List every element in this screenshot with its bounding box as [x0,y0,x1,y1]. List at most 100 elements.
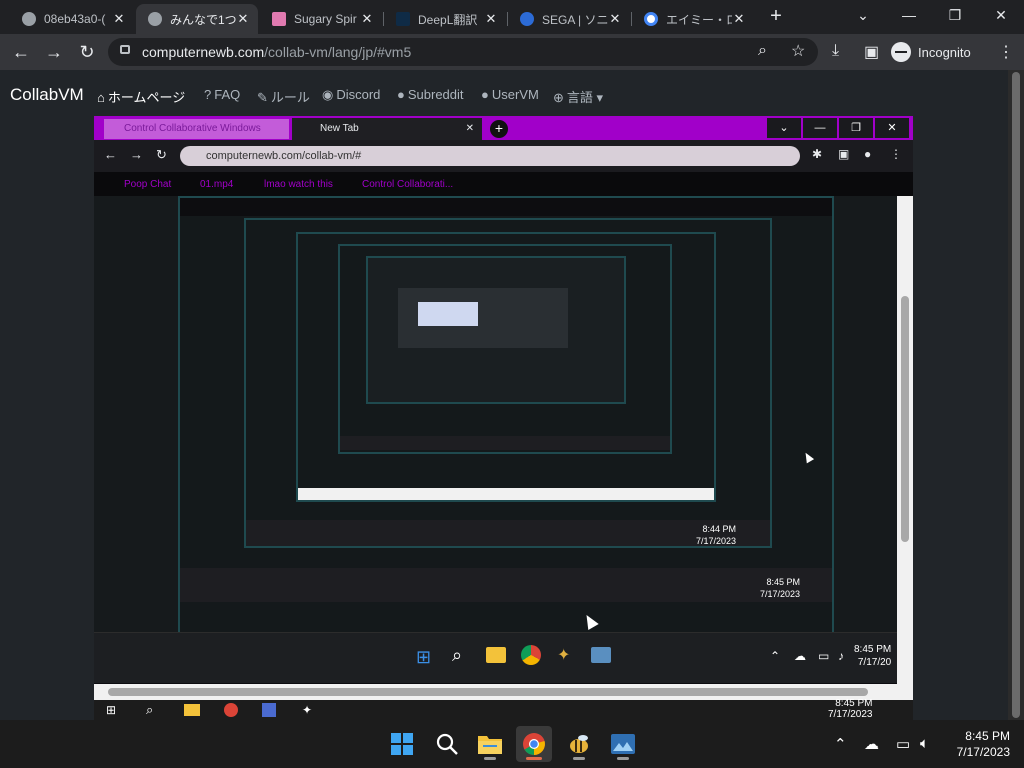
search-icon [436,733,458,755]
running-indicator [617,757,629,760]
tab-search-icon[interactable]: ⌄ [840,0,886,30]
vm-side-panel-icon[interactable]: ▣ [838,147,849,161]
tab-title: エイミー・ローズ [666,12,732,27]
nav-home[interactable]: ⌂ ホームページ [97,87,185,106]
vm-maximize-icon[interactable]: ❐ [839,118,873,138]
minimize-icon[interactable]: — [886,0,932,30]
scroll-thumb[interactable] [108,688,868,696]
browser-tab-1[interactable]: 08eb43a0-( ✕ [10,4,134,34]
bookmark-star-icon[interactable]: ☆ [791,41,805,61]
close-window-icon[interactable]: ✕ [978,0,1024,30]
windows-start-button[interactable] [384,726,420,762]
address-bar[interactable]: computernewb.com/collab-vm/lang/jp/#vm5 … [108,38,818,66]
zoom-icon[interactable]: ⌕ [758,42,767,60]
nav-rules[interactable]: ✎ ルール [257,87,310,106]
deepl-icon [396,12,410,26]
chrome-icon[interactable] [521,645,541,665]
vm-profile-icon[interactable]: ● [864,147,871,161]
photos-button[interactable] [605,726,641,762]
windows-start-icon[interactable]: ⊞ [416,647,431,668]
close-icon[interactable]: ✕ [112,11,126,27]
close-icon[interactable]: ✕ [608,11,622,27]
vm-menu-icon[interactable]: ⋮ [890,147,902,161]
volume-icon[interactable]: 🔈︎ [920,735,929,752]
vm-reload-icon[interactable]: ↻ [156,147,167,163]
vm-vertical-scrollbar[interactable] [897,196,913,684]
browser-tab-4[interactable]: DeepL翻訳 ✕ [384,4,506,34]
vm-recursive-view[interactable]: 8:44 PM 7/17/2023 8:45 PM 7/17/2023 [94,196,897,682]
browser-tab-2[interactable]: みんなで1つの ✕ [136,4,258,34]
forward-icon[interactable]: → [42,40,66,64]
file-explorer-icon[interactable] [486,647,506,663]
url-text[interactable]: computernewb.com/collab-vm/lang/jp/#vm5 [142,44,411,60]
vm-tab-search-icon[interactable]: ⌄ [767,118,801,138]
back-icon[interactable]: ← [9,40,33,64]
chrome-button[interactable] [516,726,552,762]
vm-horizontal-scrollbar[interactable] [94,684,913,700]
vm-tab-collabvm[interactable]: Control Collaborative Windows [104,119,289,139]
chevron-up-icon[interactable]: ⌃ [770,649,780,663]
globe-icon [22,12,36,26]
nav-subreddit[interactable]: ● Subreddit [397,87,464,102]
maximize-icon[interactable]: ❐ [932,0,978,30]
menu-icon[interactable]: ⋮ [998,42,1014,62]
incognito-profile[interactable]: Incognito [891,39,971,65]
chevron-up-icon[interactable]: ⌃ [834,735,847,753]
vm-tab-newtab[interactable]: New Tab ✕ [292,118,482,140]
close-icon[interactable]: ✕ [732,11,746,27]
cloud-icon[interactable]: ☁ [794,649,806,663]
nested-screen-3 [296,232,716,502]
nested-clock: 8:44 PM 7/17/2023 [696,523,736,547]
site-brand[interactable]: CollabVM [10,85,84,105]
nav-language[interactable]: ⊕ 言語 ▾ [553,87,603,106]
bee-app-button[interactable] [561,726,597,762]
vm-bookmark[interactable]: 01.mp4 [200,179,233,190]
search-button[interactable] [429,726,465,762]
date: 7/17/2023 [696,536,737,546]
close-icon[interactable]: ✕ [236,11,250,27]
page-scrollbar[interactable] [1008,70,1024,720]
globe-icon [148,12,162,26]
search-icon[interactable]: ⌕ [452,645,462,666]
vm-display[interactable]: Control Collaborative Windows New Tab ✕ +… [94,116,913,700]
photos-icon[interactable] [591,647,611,663]
vm-bookmarks-bar: Poop Chat 01.mp4 lmao watch this Control… [94,172,913,196]
nav-faq[interactable]: ? FAQ [204,87,240,102]
new-tab-button[interactable]: + [765,6,787,28]
side-panel-icon[interactable]: ▣ [864,42,879,62]
nested-screen-2: 8:44 PM 7/17/2023 [244,218,772,548]
vm-address-bar[interactable]: computernewb.com/collab-vm/# [180,146,800,166]
download-icon[interactable]: ⤓ [832,42,839,60]
network-icon[interactable]: ▭ [818,649,829,663]
browser-tab-5[interactable]: SEGA | ソニ ✕ [508,4,630,34]
nav-discord[interactable]: ◉ Discord [322,87,380,103]
close-icon[interactable]: ✕ [466,118,474,140]
vm-extensions-icon[interactable]: ✱ [812,147,822,161]
nav-uservm[interactable]: ● UserVM [481,87,539,102]
close-icon[interactable]: ✕ [484,11,498,27]
vm-new-tab-button[interactable]: + [490,120,508,138]
system-clock[interactable]: 8:45 PM 7/17/2023 [946,728,1010,760]
close-icon[interactable]: ✕ [360,11,374,27]
vm-forward-icon[interactable]: → [130,147,143,162]
reload-icon[interactable]: ↻ [75,40,99,64]
scroll-thumb[interactable] [901,296,909,542]
time: 8:45 PM [854,644,892,655]
chrome-icon [523,733,545,755]
nav-label: ルール [270,90,310,105]
vm-back-icon[interactable]: ← [104,147,117,162]
scroll-thumb[interactable] [1012,72,1020,718]
browser-tab-3[interactable]: Sugary Spir ✕ [260,4,382,34]
volume-icon[interactable]: ♪ [838,649,844,663]
clock-date: 7/17/2023 [956,745,1010,759]
browser-tab-6[interactable]: エイミー・ローズ ✕ [632,4,754,34]
vm-minimize-icon[interactable]: — [803,118,837,138]
vm-bookmark[interactable]: Control Collaborati... [362,179,453,190]
onedrive-offline-icon[interactable]: ☁ [864,735,879,753]
file-explorer-button[interactable] [472,726,508,762]
network-icon[interactable]: ▭ [896,735,910,753]
bee-app-icon[interactable]: ✦ [557,645,570,665]
vm-bookmark[interactable]: lmao watch this [264,179,333,190]
vm-bookmark[interactable]: Poop Chat [124,179,171,190]
vm-close-icon[interactable]: ✕ [875,118,909,138]
